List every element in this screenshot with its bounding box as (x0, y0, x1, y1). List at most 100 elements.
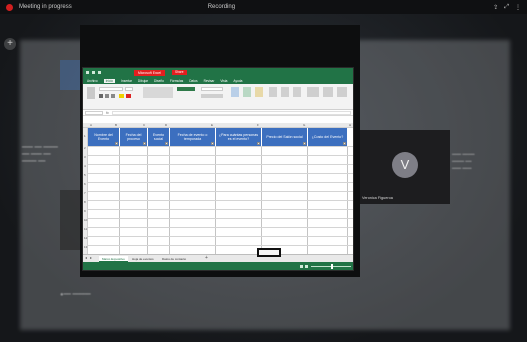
paste-icon[interactable] (87, 87, 95, 99)
column-header[interactable]: G (303, 123, 305, 127)
format-cells-icon[interactable] (293, 87, 301, 97)
formula-bar: fx (83, 110, 353, 116)
delete-cells-icon[interactable] (281, 87, 289, 97)
view-layout-icon[interactable] (305, 265, 308, 268)
row-header[interactable]: 5 (84, 173, 86, 177)
row-header[interactable]: 3 (84, 155, 86, 159)
sheet-nav-right-icon[interactable]: ▸ (90, 255, 92, 260)
share-icon[interactable]: ⇪ (493, 4, 498, 11)
bold-icon[interactable] (99, 94, 103, 98)
share-button[interactable]: Share (172, 70, 187, 75)
row-gridline (88, 245, 353, 246)
sheet-nav-left-icon[interactable]: ◂ (85, 255, 87, 260)
font-size-box[interactable] (125, 87, 133, 91)
column-header[interactable]: D (165, 123, 167, 127)
menu-item[interactable]: Inicio (103, 78, 116, 83)
table-header-cell[interactable]: Fecha del proceso (120, 128, 148, 146)
table-header-cell[interactable]: Evento social (148, 128, 170, 146)
annotation-box (257, 248, 281, 257)
format-table-icon[interactable] (243, 87, 251, 97)
autosum-icon[interactable] (307, 87, 319, 97)
italic-icon[interactable] (105, 94, 109, 98)
table-header-label: Fecha del proceso (125, 132, 142, 141)
row-header[interactable]: 1 (84, 134, 86, 138)
table-header-label: Evento social (152, 132, 165, 141)
column-header[interactable]: H (349, 123, 351, 127)
menu-item[interactable]: Archivo (87, 79, 98, 83)
underline-icon[interactable] (111, 94, 115, 98)
cell-styles-icon[interactable] (255, 87, 263, 97)
row-header[interactable]: 11 (84, 227, 87, 231)
menu-item[interactable]: Datos (189, 79, 197, 83)
wrap-text-button[interactable] (177, 87, 195, 91)
number-format-box[interactable] (201, 87, 223, 91)
excel-window: Microsoft Excel Share Archivo Inicio Inser… (82, 67, 354, 271)
table-header-cell[interactable]: Nombre del Evento (88, 128, 120, 146)
row-header[interactable]: 10 (84, 218, 87, 222)
filter-dropdown-icon[interactable] (303, 142, 306, 145)
background-text-left: ━━━ ━━ ━━━━ ━━ ━━━ ━━ ━━━━ ━━ (22, 145, 58, 165)
menu-item[interactable]: Ayuda (233, 79, 242, 83)
conditional-format-icon[interactable] (231, 87, 239, 97)
row-header[interactable]: 6 (84, 182, 86, 186)
name-box[interactable] (85, 110, 103, 115)
table-header-cell[interactable]: ¿Para cuántas personas es el evento? (216, 128, 262, 146)
column-header[interactable]: B (115, 123, 117, 127)
excel-title-bar: Microsoft Excel Share (83, 68, 353, 77)
filter-dropdown-icon[interactable] (165, 142, 168, 145)
add-icon[interactable]: + (4, 38, 16, 50)
zoom-slider-knob[interactable] (331, 264, 333, 269)
table-header-label: Fecha de evento o temporada (177, 132, 208, 141)
table-header-cell[interactable]: Fecha de evento o temporada (170, 128, 216, 146)
font-color-icon[interactable] (126, 94, 131, 98)
sort-filter-icon[interactable] (323, 87, 333, 97)
row-header[interactable]: 4 (84, 164, 86, 168)
font-box[interactable] (99, 87, 123, 91)
number-format-icons[interactable] (201, 94, 223, 98)
column-header[interactable]: C (143, 123, 145, 127)
add-sheet-icon[interactable]: + (205, 255, 208, 261)
filter-dropdown-icon[interactable] (115, 142, 118, 145)
table-header-cell[interactable]: Precio del Salón social (262, 128, 308, 146)
row-header[interactable]: 7 (84, 191, 86, 195)
expand-icon[interactable]: ⤢ (504, 4, 509, 11)
table-header-cell[interactable]: ¿Costo del Evento? (308, 128, 348, 146)
column-header[interactable]: E (211, 123, 213, 127)
video-call-screen: Meeting in progress Recording ⇪ ⤢ ⋮ ━━━ … (0, 0, 527, 342)
filter-dropdown-icon[interactable] (257, 142, 260, 145)
formula-input[interactable] (111, 110, 351, 115)
filter-dropdown-icon[interactable] (211, 142, 214, 145)
row-header[interactable]: 12 (84, 236, 87, 240)
row-header[interactable]: 9 (84, 209, 86, 213)
find-select-icon[interactable] (337, 87, 347, 97)
background-text-bottom: ●━━ ━━━━━ (60, 292, 91, 298)
row-gridline (88, 146, 353, 147)
menu-item[interactable]: Revisar (204, 79, 215, 83)
row-gridline (88, 227, 353, 228)
column-header[interactable]: A (90, 123, 92, 127)
column-header[interactable]: F (257, 123, 259, 127)
align-group[interactable] (143, 87, 173, 98)
more-icon[interactable]: ⋮ (515, 4, 521, 11)
filter-dropdown-icon[interactable] (143, 142, 146, 145)
save-icon[interactable] (86, 71, 89, 74)
filter-dropdown-icon[interactable] (343, 142, 346, 145)
row-header[interactable]: 8 (84, 200, 86, 204)
menu-item[interactable]: Diseño (154, 79, 164, 83)
redo-icon[interactable] (98, 71, 101, 74)
insert-cells-icon[interactable] (269, 87, 277, 97)
background-text-right: ━━━ ━━━━ ━━━━ ━━ ━━━ ━━━ (452, 152, 475, 172)
row-header[interactable]: 2 (84, 146, 86, 150)
undo-icon[interactable] (92, 71, 95, 74)
menu-item[interactable]: Fórmulas (170, 79, 183, 83)
excel-menu: Archivo Inicio Insertar Dibujar Diseño Fórmul… (83, 77, 353, 84)
spreadsheet-grid[interactable]: Nombre del Evento Fecha del proceso Evento… (88, 128, 353, 254)
row-header[interactable]: 13 (84, 245, 87, 249)
menu-item[interactable]: Insertar (121, 79, 132, 83)
view-normal-icon[interactable] (300, 265, 303, 268)
menu-item[interactable]: Dibujar (138, 79, 148, 83)
fill-color-icon[interactable] (119, 94, 124, 98)
participant-avatar: V (392, 152, 418, 178)
menu-item[interactable]: Vista (220, 79, 227, 83)
row-gridline (88, 200, 353, 201)
